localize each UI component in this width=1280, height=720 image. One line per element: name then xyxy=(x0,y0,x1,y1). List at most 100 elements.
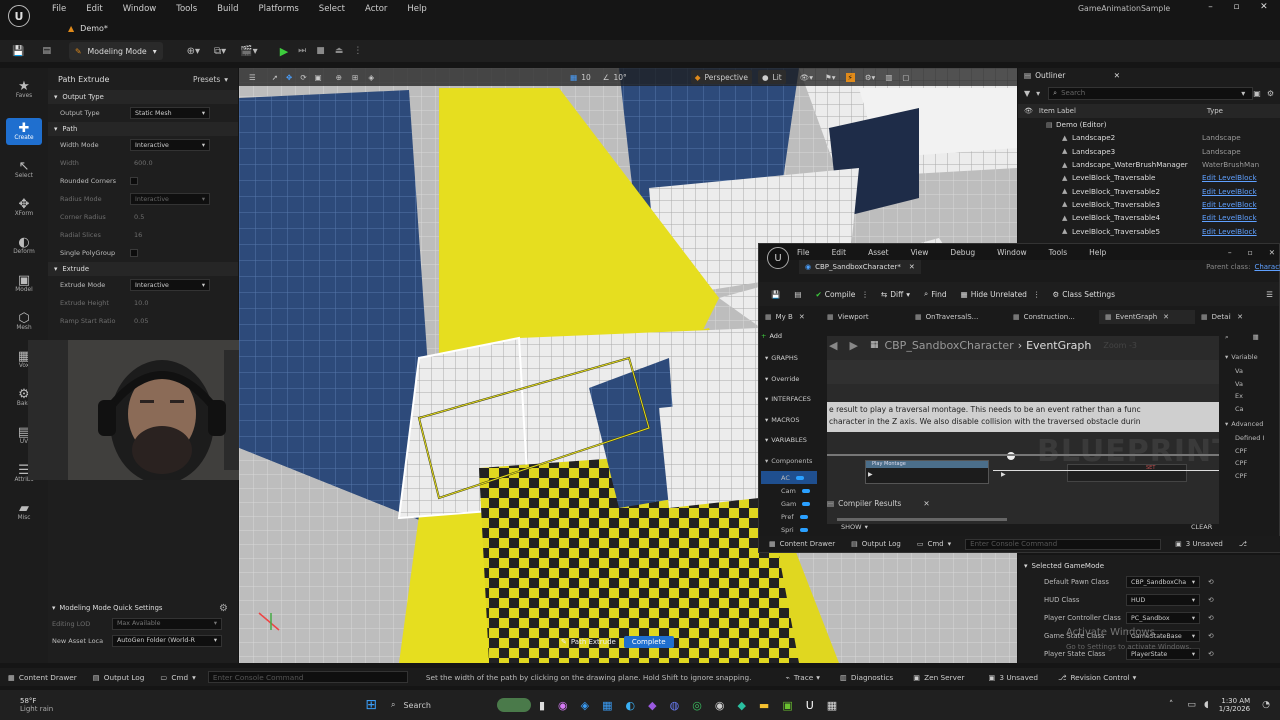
close-icon[interactable]: ✕ xyxy=(1114,71,1120,80)
copilot-icon[interactable]: ◉ xyxy=(558,699,568,712)
breadcrumb-blueprint[interactable]: CBP_SandboxCharacter xyxy=(884,339,1013,352)
bp-tab-4[interactable]: ▦ EventGraph ✕ xyxy=(1099,310,1195,324)
rotate-icon[interactable]: ⟳ xyxy=(300,73,306,82)
bp-tab-5[interactable]: ▦Details ✕ xyxy=(1195,310,1243,324)
console-input[interactable]: Enter Console Command xyxy=(207,671,408,683)
eject-icon[interactable]: ⏏ xyxy=(335,46,344,56)
tray-chevron-icon[interactable]: ˄ xyxy=(1169,700,1174,710)
show-button[interactable]: SHOW ▾ xyxy=(841,523,868,531)
outliner-row[interactable]: ▲ LevelBlock_Traversable2 Edit LevelBlock xyxy=(1018,184,1280,197)
more-icon[interactable]: ⋮ xyxy=(1033,290,1041,299)
close-icon[interactable]: ✕ xyxy=(799,313,805,321)
bp-left-item[interactable]: ▾ INTERFACES xyxy=(761,389,817,410)
reset-icon[interactable]: ⟲ xyxy=(1208,650,1214,658)
bp-left-item[interactable]: Pref xyxy=(761,510,817,523)
parent-class-value[interactable]: Character xyxy=(1254,263,1280,271)
output-type-dropdown[interactable]: Static Mesh ▾ xyxy=(130,107,210,119)
content-drawer-button[interactable]: ▦ Content Drawer xyxy=(8,673,77,682)
filter-icon[interactable]: ▼ xyxy=(1024,89,1030,98)
mode-select[interactable]: ↖ Select xyxy=(0,160,48,179)
file-icon[interactable]: ▮ xyxy=(539,699,545,712)
mode-selector[interactable]: ✎ Modeling Mode ▾ xyxy=(68,42,163,60)
windows-start-icon[interactable]: ⊞ xyxy=(365,697,377,713)
menu-icon[interactable]: ☰ xyxy=(1266,290,1273,299)
bp-left-item[interactable]: Cam xyxy=(761,484,817,497)
diagnostics-button[interactable]: ▥ Diagnostics xyxy=(840,673,893,682)
hide-unrelated-button[interactable]: ▦ Hide Unrelated xyxy=(961,290,1027,299)
angle-value[interactable]: 10° xyxy=(613,73,626,82)
mode-model[interactable]: ▣ Model xyxy=(0,274,48,293)
cmd-button[interactable]: ▭ Cmd ▾ xyxy=(917,540,951,548)
section-extrude[interactable]: ▾ Extrude xyxy=(48,262,238,276)
outliner-row[interactable]: ▲ LevelBlock_Traversable4 Edit LevelBlock xyxy=(1018,211,1280,224)
angle-snap-icon[interactable]: ∠ xyxy=(603,73,610,82)
exec-pin-icon[interactable]: ▶ xyxy=(1001,471,1006,478)
app-icon[interactable]: ▦ xyxy=(827,699,837,712)
lit-button[interactable]: ● Lit xyxy=(757,70,786,84)
snap-icon[interactable]: ⊞ xyxy=(352,73,358,82)
files-icon[interactable]: ◈ xyxy=(581,699,589,712)
gear-icon[interactable]: ⚙ xyxy=(219,603,228,614)
section-path[interactable]: ▾ Path xyxy=(48,122,238,136)
breadcrumb-graph[interactable]: EventGraph xyxy=(1026,339,1091,352)
editing-lod-dropdown[interactable]: Max Available ▾ xyxy=(112,617,222,630)
explorer-icon[interactable]: ▬ xyxy=(759,699,769,712)
bp-left-item[interactable]: ▾ MACROS xyxy=(761,410,817,431)
show-icon[interactable]: 👁▾ xyxy=(800,73,813,82)
details-item[interactable]: Ex xyxy=(1225,390,1280,403)
revision-control-button[interactable]: ⎇ Revision Control ▾ xyxy=(1058,673,1136,682)
visibility-icon[interactable]: 👁 xyxy=(1024,107,1033,115)
close-icon[interactable]: ✕ xyxy=(1260,2,1268,12)
menu-item-select[interactable]: Select xyxy=(319,4,345,14)
maximize-icon[interactable]: ▫ xyxy=(1233,2,1239,12)
console-input[interactable]: Enter Console Command xyxy=(965,538,1162,550)
reset-icon[interactable]: ⟲ xyxy=(1208,614,1214,622)
close-icon[interactable]: ✕ xyxy=(923,499,929,508)
menu-item-platforms[interactable]: Platforms xyxy=(259,4,299,14)
outliner-row[interactable]: ▲ LevelBlock_Traversable Edit LevelBlock xyxy=(1018,171,1280,184)
mode-faves[interactable]: ★ Faves xyxy=(0,80,48,99)
mode-xform[interactable]: ✥ XForm xyxy=(0,198,48,217)
output-log-button[interactable]: ▤ Output Log xyxy=(851,540,901,548)
bp-tab-2[interactable]: ▦ OnTraversalS... xyxy=(909,310,1007,324)
notification-icon[interactable]: ◔ xyxy=(1262,700,1270,710)
montage-node[interactable]: Play Montage ▶ ▶ xyxy=(865,460,1006,484)
bp-menu-edit[interactable]: Edit xyxy=(832,248,847,257)
details-section-header[interactable]: ▾ Selected GameMode xyxy=(1018,559,1280,573)
cmd-button[interactable]: ▭ Cmd ▾ xyxy=(160,673,195,682)
close-icon[interactable]: ✕ xyxy=(1237,313,1243,321)
volume-icon[interactable]: ◖ xyxy=(1204,700,1209,710)
width-mode-dropdown[interactable]: Interactive ▾ xyxy=(130,139,210,151)
bp-tab-3[interactable]: ▦ Construction... xyxy=(1007,310,1099,324)
find-button[interactable]: ⌕ Find xyxy=(924,289,947,299)
step-icon[interactable]: ⏭ xyxy=(298,46,306,56)
details-item[interactable]: CPF xyxy=(1225,470,1280,483)
outliner-row[interactable]: ▲ Landscape3 Landscape xyxy=(1018,145,1280,158)
details-item[interactable]: Defined I xyxy=(1225,432,1280,445)
details-item[interactable]: ▾ Advanced xyxy=(1225,415,1280,432)
more-icon[interactable]: ⋮ xyxy=(861,290,869,299)
revision-icon[interactable]: ⎇ xyxy=(1239,540,1247,548)
play-icon[interactable]: ▶ xyxy=(280,45,288,58)
world-icon[interactable]: ⊕ xyxy=(336,73,342,82)
blueprint-icon[interactable]: ⧉▾ xyxy=(214,46,226,57)
outliner-item-type[interactable]: Edit LevelBlock xyxy=(1202,213,1264,222)
folder-icon[interactable]: ▣ xyxy=(1253,89,1261,98)
menu-item-help[interactable]: Help xyxy=(407,4,426,14)
quick-settings-header[interactable]: ▾ Modeling Mode Quick Settings ⚙ xyxy=(48,601,238,615)
mode-deform[interactable]: ◐ Deform xyxy=(0,236,48,255)
bp-asset-tab[interactable]: ◉ CBP_SandboxCharacter* ✕ xyxy=(799,260,921,274)
bp-menu-window[interactable]: Window xyxy=(997,248,1027,257)
diff-button[interactable]: ⇆ Diff ▾ xyxy=(881,290,910,299)
filter-icon[interactable]: ⚑▾ xyxy=(825,73,836,82)
output-log-button[interactable]: ▤ Output Log xyxy=(93,673,145,682)
chevron-down-icon[interactable]: ▾ xyxy=(1241,89,1245,98)
menu-item-actor[interactable]: Actor xyxy=(365,4,387,14)
details-item[interactable]: Va xyxy=(1225,378,1280,391)
close-icon[interactable]: ✕ xyxy=(1163,313,1169,321)
unreal-taskbar-icon[interactable]: U xyxy=(806,699,814,712)
close-icon[interactable]: ✕ xyxy=(909,263,915,271)
compiler-scrollbar[interactable] xyxy=(837,518,1007,521)
level-tab[interactable]: ▲ Demo* xyxy=(68,20,108,36)
bp-left-item[interactable]: ▾ VARIABLES xyxy=(761,430,817,451)
